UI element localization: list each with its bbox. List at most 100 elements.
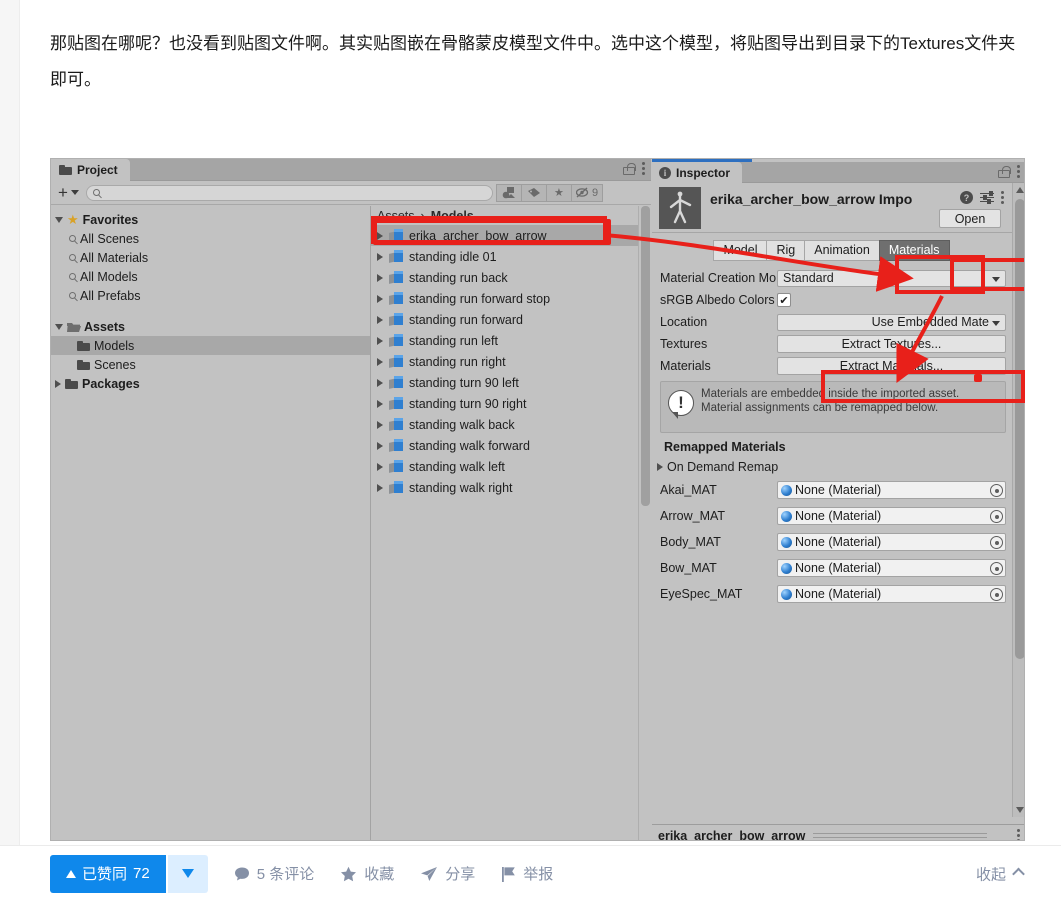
tab-inspector[interactable]: i Inspector	[652, 162, 743, 183]
favorite-button[interactable]: 收藏	[340, 863, 394, 884]
asset-item-standing-idle-01[interactable]: standing idle 01	[371, 246, 651, 267]
kebab-menu-icon[interactable]	[1001, 191, 1004, 204]
material-object-field[interactable]: None (Material)	[777, 585, 1006, 603]
chevron-right-icon[interactable]	[377, 336, 383, 345]
asset-item-standing-run-left[interactable]: standing run left	[371, 330, 651, 351]
chevron-right-icon[interactable]	[377, 315, 383, 324]
lock-icon[interactable]	[998, 165, 1011, 178]
downvote-button[interactable]	[167, 854, 208, 893]
inspector-title: erika_archer_bow_arrow Impo	[710, 191, 913, 207]
asset-item-standing-run-forward[interactable]: standing run forward	[371, 309, 651, 330]
report-button[interactable]: 举报	[501, 863, 553, 884]
material-object-field[interactable]: None (Material)	[777, 507, 1006, 525]
location-dropdown[interactable]: Use Embedded Mate	[777, 313, 1006, 331]
tree-item-favorites[interactable]: ★ Favorites	[51, 210, 370, 229]
asset-item-standing-walk-forward[interactable]: standing walk forward	[371, 435, 651, 456]
lock-icon[interactable]	[623, 162, 636, 175]
object-picker-icon[interactable]	[990, 536, 1003, 549]
create-asset-button[interactable]: +	[55, 184, 82, 201]
help-icon[interactable]: ?	[960, 191, 973, 204]
material-sphere-icon	[781, 536, 792, 548]
upvote-button[interactable]: 已赞同 72	[50, 854, 166, 893]
scroll-up-icon[interactable]	[1016, 187, 1024, 193]
open-button[interactable]: Open	[939, 209, 1001, 228]
kebab-menu-icon[interactable]	[1017, 165, 1020, 178]
inspector-tab-controls	[998, 165, 1020, 178]
material-object-field[interactable]: None (Material)	[777, 481, 1006, 499]
asset-list-scrollbar-thumb[interactable]	[641, 206, 650, 506]
material-slot-akai-mat: Akai_MAT None (Material)	[652, 477, 1012, 503]
object-picker-icon[interactable]	[990, 510, 1003, 523]
asset-item-standing-walk-right[interactable]: standing walk right	[371, 477, 651, 498]
on-demand-remap-foldout[interactable]: On Demand Remap	[652, 457, 1012, 477]
asset-item-standing-walk-left[interactable]: standing walk left	[371, 456, 651, 477]
chevron-right-icon[interactable]	[377, 483, 383, 492]
chevron-right-icon[interactable]	[377, 357, 383, 366]
chevron-right-icon[interactable]	[377, 399, 383, 408]
share-button[interactable]: 分享	[420, 863, 475, 884]
material-slot-label: Body_MAT	[660, 535, 721, 549]
chevron-down-icon[interactable]	[55, 323, 63, 330]
material-object-field[interactable]: None (Material)	[777, 559, 1006, 577]
tree-item-label: All Models	[80, 269, 138, 284]
asset-item-standing-run-right[interactable]: standing run right	[371, 351, 651, 372]
info-icon: i	[659, 166, 671, 179]
tree-item-assets[interactable]: Assets	[51, 317, 370, 336]
chevron-right-icon[interactable]	[377, 462, 383, 471]
object-picker-icon[interactable]	[990, 562, 1003, 575]
chevron-right-icon[interactable]	[55, 379, 61, 388]
chevron-right-icon[interactable]	[377, 420, 383, 429]
tree-item-packages[interactable]: Packages	[51, 374, 370, 393]
hidden-packages-icon[interactable]: 9	[570, 183, 604, 202]
tree-item-all-models[interactable]: All Models	[51, 267, 370, 286]
filter-by-favorite-icon[interactable]: ★	[545, 183, 572, 202]
search-input[interactable]	[103, 186, 492, 199]
object-picker-icon[interactable]	[990, 588, 1003, 601]
chevron-down-icon[interactable]	[55, 216, 63, 223]
tab-model[interactable]: Model	[713, 239, 768, 261]
comments-button[interactable]: 5 条评论	[234, 863, 314, 884]
scroll-down-icon[interactable]	[1016, 807, 1024, 813]
search-input-wrapper[interactable]	[85, 184, 493, 201]
material-object-field[interactable]: None (Material)	[777, 533, 1006, 551]
property-textures: Textures Extract Textures...	[652, 333, 1012, 355]
tab-project[interactable]: Project	[51, 159, 130, 181]
asset-item-standing-run-back[interactable]: standing run back	[371, 267, 651, 288]
kebab-menu-icon[interactable]	[642, 162, 645, 175]
tab-animation[interactable]: Animation	[804, 239, 880, 261]
tree-item-models[interactable]: Models	[51, 336, 370, 355]
preset-settings-icon[interactable]	[980, 191, 994, 204]
chevron-right-icon[interactable]	[377, 441, 383, 450]
tree-item-all-scenes[interactable]: All Scenes	[51, 229, 370, 248]
upvote-count: 72	[133, 865, 150, 882]
asset-item-standing-run-forward-stop[interactable]: standing run forward stop	[371, 288, 651, 309]
kebab-menu-icon[interactable]	[1017, 829, 1020, 840]
highlight-materials-tab	[950, 258, 1024, 291]
tree-item-all-materials[interactable]: All Materials	[51, 248, 370, 267]
asset-list-scrollbar[interactable]	[638, 206, 651, 840]
material-slot-eyespec-mat: EyeSpec_MAT None (Material)	[652, 581, 1012, 607]
chevron-right-icon[interactable]	[377, 378, 383, 387]
asset-item-standing-turn-90-left[interactable]: standing turn 90 left	[371, 372, 651, 393]
tab-rig[interactable]: Rig	[766, 239, 806, 261]
asset-item-standing-walk-back[interactable]: standing walk back	[371, 414, 651, 435]
srgb-albedo-colors-checkbox[interactable]: ✔	[777, 293, 791, 307]
extract-materials-button[interactable]: Extract Materials...	[777, 357, 1006, 375]
comment-icon	[234, 867, 249, 880]
chevron-right-icon[interactable]	[657, 463, 663, 471]
extract-textures-button[interactable]: Extract Textures...	[777, 335, 1006, 353]
tree-item-scenes[interactable]: Scenes	[51, 355, 370, 374]
chevron-right-icon[interactable]	[377, 273, 383, 282]
filter-by-label-icon[interactable]	[520, 183, 547, 202]
object-picker-icon[interactable]	[990, 484, 1003, 497]
tree-item-label: Favorites	[82, 212, 139, 227]
filter-by-type-icon[interactable]	[495, 183, 522, 202]
chevron-right-icon[interactable]	[377, 252, 383, 261]
tree-item-all-prefabs[interactable]: All Prefabs	[51, 286, 370, 305]
collapse-button[interactable]: 收起	[976, 863, 1025, 884]
chevron-right-icon[interactable]	[377, 294, 383, 303]
project-tab-controls	[623, 162, 645, 175]
tree-item-label: All Materials	[80, 250, 149, 265]
asset-item-standing-turn-90-right[interactable]: standing turn 90 right	[371, 393, 651, 414]
tab-materials[interactable]: Materials	[878, 239, 950, 261]
